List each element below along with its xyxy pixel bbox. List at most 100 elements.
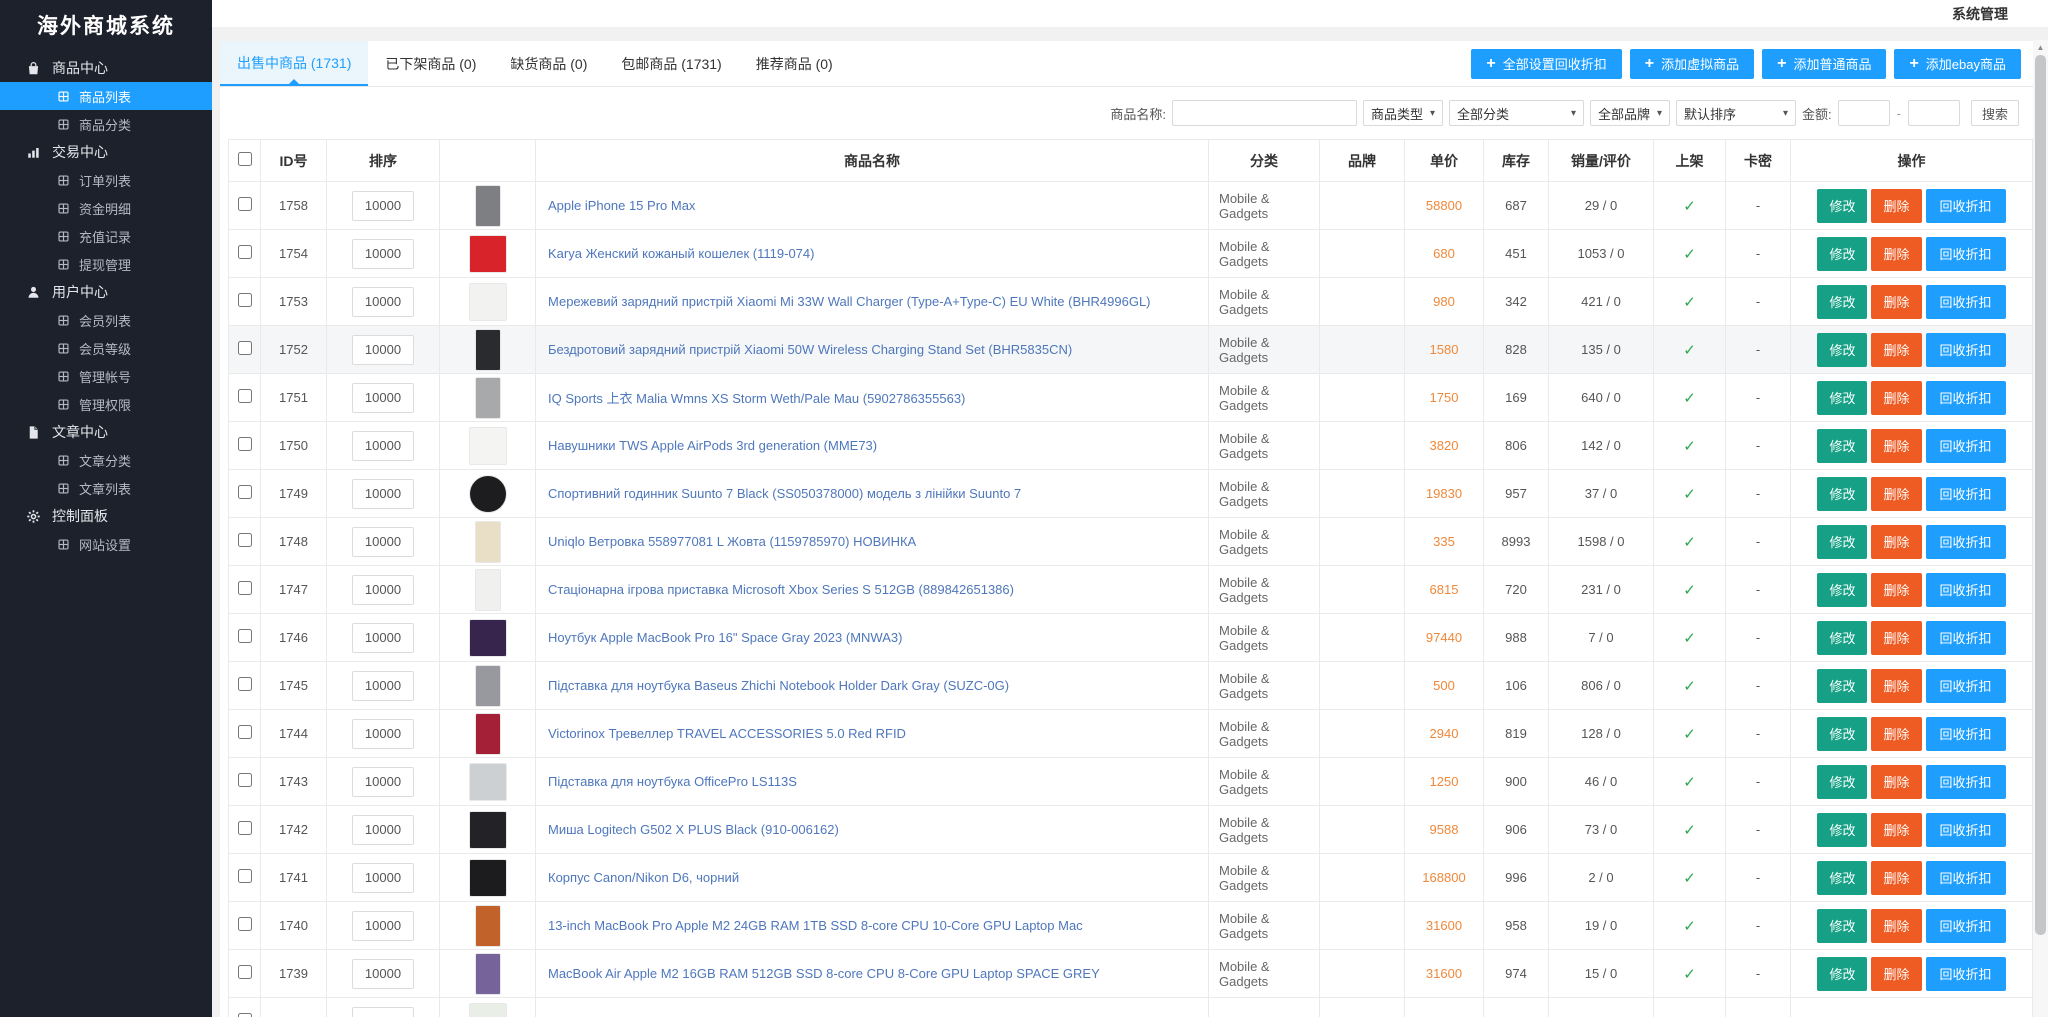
delete-button[interactable]: 删除	[1871, 236, 1922, 271]
system-admin-link[interactable]: 系统管理	[1952, 4, 2008, 24]
edit-button[interactable]: 修改	[1817, 956, 1868, 991]
tab-delisted[interactable]: 已下架商品 (0)	[368, 41, 493, 86]
sort-order-input[interactable]	[352, 814, 414, 845]
scroll-up-arrow[interactable]: ▲	[2033, 40, 2048, 54]
add-ebay-product-button[interactable]: + 添加ebay商品	[1894, 48, 2021, 79]
product-name-link[interactable]: Uniqlo Ветровка 558977081 L Жовта (11597…	[548, 534, 916, 549]
edit-button[interactable]: 修改	[1817, 476, 1868, 511]
sort-order-input[interactable]	[352, 334, 414, 365]
row-checkbox[interactable]	[237, 485, 252, 499]
sidebar-group-article-center[interactable]: 文章中心	[0, 418, 212, 446]
product-name-link[interactable]: IQ Sports 上衣 Malia Wmns XS Storm Weth/Pa…	[548, 391, 965, 406]
edit-button[interactable]: 修改	[1817, 620, 1868, 655]
sidebar-item-product-list[interactable]: 商品列表	[0, 82, 212, 110]
sort-order-input[interactable]	[352, 526, 414, 557]
product-type-select[interactable]: 商品类型 ▾	[1363, 100, 1444, 126]
product-name-link[interactable]: Стаціонарна ігрова приставка Microsoft X…	[548, 582, 1014, 597]
edit-button[interactable]: 修改	[1817, 284, 1868, 319]
product-name-link[interactable]: Ноутбук Apple MacBook Pro 16" Space Gray…	[548, 630, 902, 645]
row-checkbox[interactable]	[237, 197, 252, 211]
sort-order-input[interactable]	[352, 430, 414, 461]
recycle-discount-button[interactable]: 回收折扣	[1925, 524, 2006, 559]
edit-button[interactable]: 修改	[1817, 332, 1868, 367]
tab-free-shipping[interactable]: 包邮商品 (1731)	[604, 41, 738, 86]
edit-button[interactable]: 修改	[1817, 764, 1868, 799]
sidebar-item-product-category[interactable]: 商品分类	[0, 110, 212, 138]
row-checkbox[interactable]	[237, 341, 252, 355]
recycle-discount-button[interactable]: 回收折扣	[1925, 236, 2006, 271]
delete-button[interactable]: 删除	[1871, 860, 1922, 895]
product-name-link[interactable]: Victorinox Тревеллер TRAVEL ACCESSORIES …	[548, 726, 906, 741]
delete-button[interactable]: 删除	[1871, 188, 1922, 223]
delete-button[interactable]: 删除	[1871, 908, 1922, 943]
sort-order-input[interactable]	[352, 766, 414, 797]
product-name-link[interactable]: Миша Logitech G502 X PLUS Black (910-006…	[548, 822, 839, 837]
row-checkbox[interactable]	[237, 1013, 252, 1017]
row-checkbox[interactable]	[237, 581, 252, 595]
row-checkbox[interactable]	[237, 533, 252, 547]
recycle-discount-button[interactable]: 回收折扣	[1925, 716, 2006, 751]
row-checkbox[interactable]	[237, 821, 252, 835]
recycle-discount-button[interactable]: 回收折扣	[1925, 812, 2006, 847]
delete-button[interactable]: 删除	[1871, 956, 1922, 991]
sidebar-item-order-list[interactable]: 订单列表	[0, 166, 212, 194]
product-name-link[interactable]: Мережевий зарядний пристрій Xiaomi Mi 33…	[548, 294, 1151, 309]
edit-button[interactable]: 修改	[1817, 812, 1868, 847]
amount-to-input[interactable]	[1907, 100, 1960, 126]
recycle-discount-button[interactable]: 回收折扣	[1925, 380, 2006, 415]
sidebar-group-user-center[interactable]: 用户中心	[0, 278, 212, 306]
sort-order-input[interactable]	[352, 862, 414, 893]
sort-order-input[interactable]	[352, 190, 414, 221]
delete-button[interactable]: 删除	[1871, 380, 1922, 415]
sort-order-input[interactable]	[352, 238, 414, 269]
product-name-link[interactable]: Підставка для ноутбука OfficePro LS113S	[548, 774, 797, 789]
recycle-discount-button[interactable]: 回收折扣	[1925, 428, 2006, 463]
product-name-link[interactable]: Навушники TWS Apple AirPods 3rd generati…	[548, 438, 877, 453]
row-checkbox[interactable]	[237, 389, 252, 403]
delete-button[interactable]: 删除	[1871, 716, 1922, 751]
row-checkbox[interactable]	[237, 245, 252, 259]
sidebar-item-site-settings[interactable]: 网站设置	[0, 530, 212, 558]
recycle-discount-button[interactable]: 回收折扣	[1925, 908, 2006, 943]
row-checkbox[interactable]	[237, 725, 252, 739]
sidebar-item-admin-accounts[interactable]: 管理帐号	[0, 362, 212, 390]
delete-button[interactable]: 删除	[1871, 524, 1922, 559]
search-button[interactable]: 搜索	[1970, 100, 2019, 126]
sort-order-input[interactable]	[352, 958, 414, 989]
add-virtual-product-button[interactable]: + 添加虚拟商品	[1629, 48, 1755, 79]
row-checkbox[interactable]	[237, 869, 252, 883]
edit-button[interactable]: 修改	[1817, 716, 1868, 751]
sort-order-input[interactable]	[352, 910, 414, 941]
product-name-link[interactable]: Підставка для ноутбука Baseus Zhichi Not…	[548, 678, 1009, 693]
sort-order-select[interactable]: 默认排序 ▾	[1676, 100, 1797, 126]
recycle-discount-button[interactable]: 回收折扣	[1925, 620, 2006, 655]
recycle-discount-button[interactable]: 回收折扣	[1925, 476, 2006, 511]
recycle-discount-button[interactable]: 回收折扣	[1925, 188, 2006, 223]
product-name-link[interactable]: Apple iPhone 15 Pro Max	[548, 198, 695, 213]
sort-order-input[interactable]	[352, 622, 414, 653]
sort-order-input[interactable]	[352, 670, 414, 701]
edit-button[interactable]: 修改	[1817, 428, 1868, 463]
delete-button[interactable]: 删除	[1871, 812, 1922, 847]
product-name-link[interactable]: 13-inch MacBook Pro Apple M2 24GB RAM 1T…	[548, 918, 1083, 933]
product-name-link[interactable]: Karya Женский кожаный кошелек (1119-074)	[548, 246, 814, 261]
brand-select[interactable]: 全部品牌 ▾	[1590, 100, 1671, 126]
sort-order-input[interactable]	[352, 286, 414, 317]
delete-button[interactable]: 删除	[1871, 572, 1922, 607]
sidebar-item-withdrawal-management[interactable]: 提现管理	[0, 250, 212, 278]
sidebar-group-trade-center[interactable]: 交易中心	[0, 138, 212, 166]
row-checkbox[interactable]	[237, 629, 252, 643]
sort-order-input[interactable]	[352, 1006, 414, 1017]
delete-button[interactable]: 删除	[1871, 428, 1922, 463]
row-checkbox[interactable]	[237, 437, 252, 451]
sort-order-input[interactable]	[352, 574, 414, 605]
tab-recommended[interactable]: 推荐商品 (0)	[739, 41, 850, 86]
vertical-scrollbar[interactable]: ▲	[2033, 40, 2048, 1017]
edit-button[interactable]: 修改	[1817, 380, 1868, 415]
sidebar-item-fund-details[interactable]: 资金明细	[0, 194, 212, 222]
recycle-discount-button[interactable]: 回收折扣	[1925, 764, 2006, 799]
product-name-link[interactable]: Бездротовий зарядний пристрій Xiaomi 50W…	[548, 342, 1072, 357]
sidebar-item-member-level[interactable]: 会员等级	[0, 334, 212, 362]
product-name-link[interactable]: MacBook Air Apple M2 16GB RAM 512GB SSD …	[548, 966, 1100, 981]
row-checkbox[interactable]	[237, 773, 252, 787]
